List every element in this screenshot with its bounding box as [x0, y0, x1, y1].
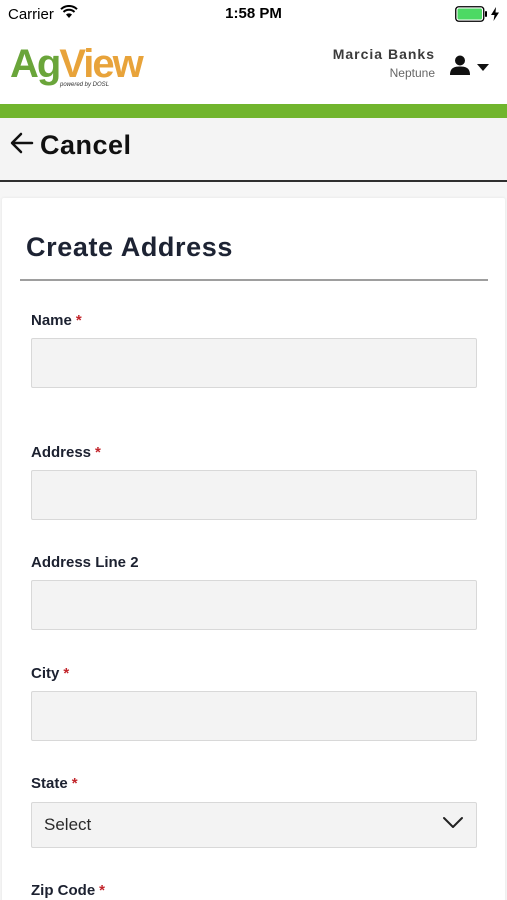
- name-input[interactable]: [31, 338, 477, 388]
- user-organization: Neptune: [389, 66, 435, 80]
- name-label-text: Name: [31, 312, 72, 329]
- logo-tagline: powered by DOSL: [60, 82, 110, 88]
- address-label: Address *: [31, 444, 101, 461]
- status-bar: Carrier 1:58 PM: [0, 0, 507, 28]
- address-line-2-input[interactable]: [31, 580, 477, 630]
- required-marker: *: [75, 312, 82, 329]
- agview-logo[interactable]: AgView powered by DOSL: [10, 42, 144, 92]
- status-time: 1:58 PM: [225, 5, 282, 22]
- required-marker: *: [63, 665, 70, 682]
- form-title: Create Address: [26, 232, 233, 262]
- city-label: City *: [31, 665, 69, 682]
- brand-accent-bar: [0, 104, 507, 118]
- create-address-screen: Carrier 1:58 PM AgView powered by DOSL M…: [0, 0, 507, 900]
- title-divider: [20, 279, 488, 281]
- address-line-2-label-text: Address Line 2: [31, 554, 139, 571]
- cancel-button[interactable]: Cancel: [10, 130, 132, 161]
- state-label: State *: [31, 775, 78, 792]
- required-marker: *: [71, 775, 78, 792]
- caret-down-icon: [477, 59, 489, 77]
- arrow-left-icon: [10, 132, 34, 159]
- user-icon: [449, 54, 471, 81]
- app-header: AgView powered by DOSL Marcia Banks Nept…: [0, 28, 507, 104]
- logo-view-text: View: [59, 42, 143, 86]
- state-select[interactable]: Select: [31, 802, 477, 848]
- user-info: Marcia Banks Neptune: [333, 46, 435, 80]
- logo-ag-text: Ag: [10, 42, 61, 86]
- address-form-card: Create Address Name * Address * Address Li…: [2, 198, 505, 900]
- state-selected-value: Select: [44, 815, 92, 834]
- address-input[interactable]: [31, 470, 477, 520]
- battery-icon: [455, 6, 499, 22]
- city-label-text: City: [31, 665, 60, 682]
- state-label-text: State: [31, 775, 68, 792]
- user-name: Marcia Banks: [332, 46, 435, 62]
- cancel-label: Cancel: [40, 130, 132, 160]
- navigation-bar: Cancel: [0, 118, 507, 182]
- zip-code-label-text: Zip Code: [31, 882, 96, 899]
- required-marker: *: [95, 444, 101, 461]
- charging-bolt-icon: [491, 7, 499, 21]
- user-menu-button[interactable]: [449, 54, 489, 81]
- zip-code-label: Zip Code *: [31, 882, 105, 899]
- name-label: Name *: [31, 312, 82, 329]
- required-marker: *: [99, 882, 106, 899]
- city-input[interactable]: [31, 691, 477, 741]
- address-line-2-label: Address Line 2: [31, 554, 139, 571]
- chevron-down-icon: [442, 816, 464, 835]
- address-label-text: Address: [31, 444, 92, 461]
